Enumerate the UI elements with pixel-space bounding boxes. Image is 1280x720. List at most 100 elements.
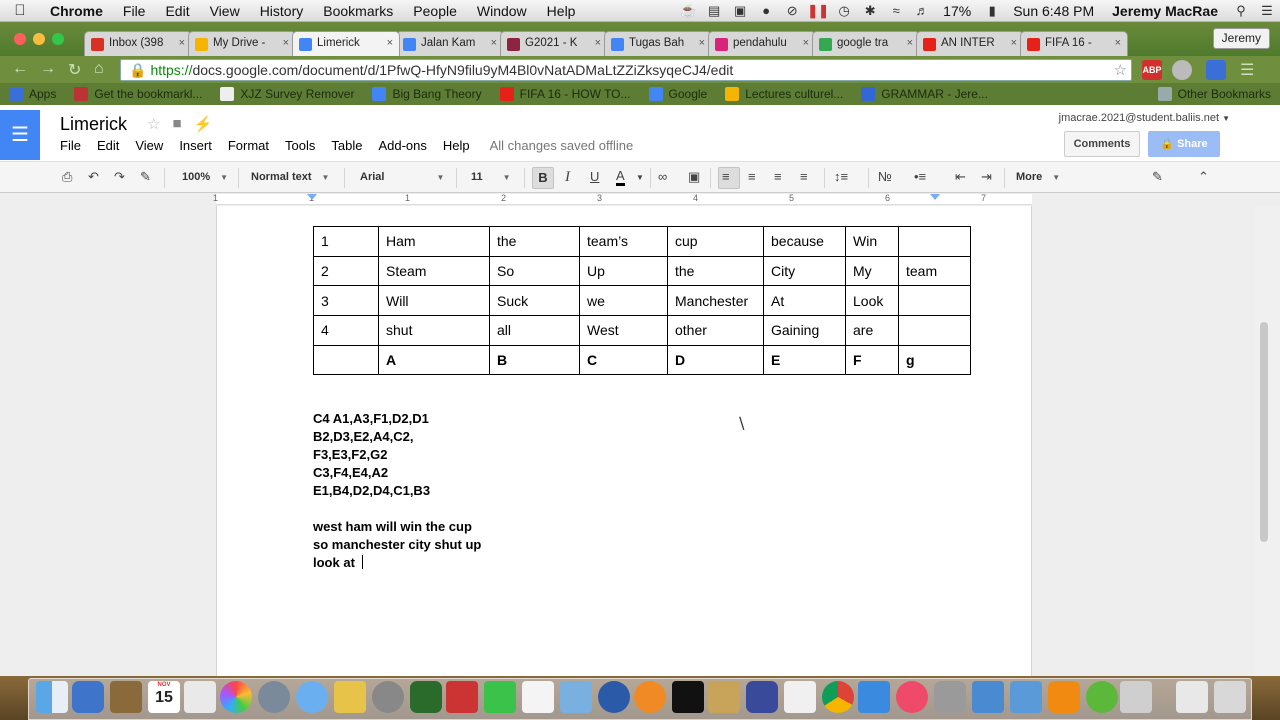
zoom-select[interactable]: 100% ▼ bbox=[182, 171, 228, 183]
close-window-button[interactable] bbox=[14, 33, 26, 45]
document-page[interactable]: 1 Ham the team’s cup because Win 2 Steam So Up the… bbox=[216, 206, 1032, 676]
table-cell[interactable]: Look bbox=[845, 285, 899, 317]
clock[interactable]: Sun 6:48 PM bbox=[1005, 3, 1102, 19]
left-indent-marker[interactable] bbox=[307, 194, 317, 200]
table-cell[interactable]: At bbox=[763, 285, 846, 317]
browser-tab[interactable]: Jalan Kam × bbox=[396, 31, 504, 56]
home-icon[interactable]: ⌂ bbox=[94, 60, 104, 78]
table-cell[interactable]: Ham bbox=[378, 226, 490, 257]
solitaire-icon[interactable] bbox=[708, 681, 740, 713]
chrome-icon[interactable] bbox=[822, 681, 854, 713]
browser-tab[interactable]: AN INTER × bbox=[916, 31, 1024, 56]
bookmark-item[interactable]: Google bbox=[640, 87, 717, 101]
chrome-menu-icon[interactable]: ☰ bbox=[1240, 60, 1254, 80]
decrease-indent-icon[interactable]: ⇤ bbox=[955, 169, 966, 185]
bookmark-item[interactable]: Apps bbox=[0, 87, 65, 101]
camera-icon[interactable]: ▣ bbox=[727, 3, 753, 19]
browser-tab[interactable]: G2021 - K × bbox=[500, 31, 608, 56]
table-cell[interactable] bbox=[898, 226, 971, 257]
menu-history[interactable]: History bbox=[250, 3, 314, 19]
menu-bookmarks[interactable]: Bookmarks bbox=[313, 3, 403, 19]
scrollbar-thumb[interactable] bbox=[1260, 322, 1268, 542]
browser-tab[interactable]: Tugas Bah × bbox=[604, 31, 712, 56]
text-line[interactable]: C3,F4,E4,A2 bbox=[313, 464, 481, 482]
table-cell[interactable]: 2 bbox=[313, 255, 379, 287]
text-line[interactable]: E1,B4,D2,D4,C1,B3 bbox=[313, 482, 481, 500]
bookmark-item[interactable]: XJZ Survey Remover bbox=[211, 87, 363, 101]
table-cell[interactable]: Manchester bbox=[667, 285, 764, 317]
mail-app-icon[interactable] bbox=[1010, 681, 1042, 713]
table-cell[interactable]: Suck bbox=[489, 285, 580, 317]
numbered-list-icon[interactable]: № bbox=[878, 169, 892, 184]
docs-home-icon[interactable]: ☰ bbox=[0, 110, 40, 160]
chess-icon[interactable] bbox=[410, 681, 442, 713]
menu-people[interactable]: People bbox=[403, 3, 467, 19]
table-cell[interactable]: Win bbox=[845, 226, 899, 257]
collapse-menus-icon[interactable]: ⌃ bbox=[1198, 169, 1209, 185]
volume-icon[interactable]: ♬ bbox=[909, 3, 935, 18]
bookmark-item[interactable]: GRAMMAR - Jere... bbox=[852, 87, 997, 101]
battery-percent[interactable]: 17% bbox=[935, 3, 979, 19]
documents-folder-icon[interactable] bbox=[1176, 681, 1208, 713]
bookmark-item[interactable]: Lectures culturel... bbox=[716, 87, 852, 101]
table-cell[interactable]: Gaining bbox=[763, 315, 846, 346]
zoom-window-button[interactable] bbox=[52, 33, 64, 45]
time-machine-icon[interactable]: ◷ bbox=[831, 3, 857, 19]
folder-icon[interactable]: ■ bbox=[172, 115, 181, 133]
close-tab-icon[interactable]: × bbox=[179, 37, 185, 49]
table-cell[interactable]: F bbox=[845, 344, 899, 376]
text-line[interactable] bbox=[313, 500, 481, 518]
table-cell[interactable]: C bbox=[579, 344, 668, 376]
utilities-icon[interactable] bbox=[560, 681, 592, 713]
justify-icon[interactable]: ≡ bbox=[800, 169, 808, 184]
table-cell[interactable]: Will bbox=[378, 285, 490, 317]
close-tab-icon[interactable]: × bbox=[1011, 37, 1017, 49]
comment-icon[interactable]: ▣ bbox=[688, 169, 700, 185]
bookmark-star-icon[interactable]: ☆ bbox=[1114, 61, 1127, 79]
menu-help[interactable]: Help bbox=[537, 3, 586, 19]
calendar-icon[interactable]: NOV 15 bbox=[148, 681, 180, 713]
browser-tab[interactable]: My Drive - × bbox=[188, 31, 296, 56]
menu-edit[interactable]: Edit bbox=[155, 3, 199, 19]
trash-icon[interactable] bbox=[1214, 681, 1246, 713]
docs-menu-addons[interactable]: Add-ons bbox=[378, 138, 426, 153]
vlc-icon[interactable] bbox=[1048, 681, 1080, 713]
text-line[interactable]: C4 A1,A3,F1,D2,D1 bbox=[313, 410, 481, 428]
bookmark-item[interactable]: Big Bang Theory bbox=[363, 87, 490, 101]
table-cell[interactable]: because bbox=[763, 226, 846, 257]
spotlight-icon[interactable]: ⚲ bbox=[1228, 3, 1254, 19]
utorrent-icon[interactable] bbox=[1086, 681, 1118, 713]
docs-menu-edit[interactable]: Edit bbox=[97, 138, 119, 153]
table-cell[interactable]: other bbox=[667, 315, 764, 346]
sync-icon[interactable]: ▤ bbox=[701, 3, 727, 19]
save-status[interactable]: All changes saved offline bbox=[490, 138, 634, 153]
screen-sharing-icon[interactable] bbox=[972, 681, 1004, 713]
star-icon[interactable]: ☆ bbox=[147, 115, 160, 133]
app-icon[interactable] bbox=[746, 681, 778, 713]
docs-menu-format[interactable]: Format bbox=[228, 138, 269, 153]
drive-off-icon[interactable]: ⊘ bbox=[779, 3, 805, 19]
close-tab-icon[interactable]: × bbox=[283, 37, 289, 49]
right-indent-marker[interactable] bbox=[930, 194, 940, 200]
apple-icon[interactable]:  bbox=[0, 2, 40, 19]
account-email[interactable]: jmacrae.2021@student.baliis.net ▼ bbox=[1059, 112, 1230, 124]
minimize-window-button[interactable] bbox=[33, 33, 45, 45]
pause-icon[interactable]: ❚❚ bbox=[805, 3, 831, 19]
increase-indent-icon[interactable]: ⇥ bbox=[981, 169, 992, 185]
table-cell[interactable]: Up bbox=[579, 255, 668, 287]
menu-app[interactable]: Chrome bbox=[40, 3, 113, 19]
rocket-icon[interactable] bbox=[258, 681, 290, 713]
table-cell[interactable]: Steam bbox=[378, 255, 490, 287]
calculator-icon[interactable] bbox=[784, 681, 816, 713]
text-color-button[interactable]: A bbox=[616, 169, 625, 186]
menu-view[interactable]: View bbox=[200, 3, 250, 19]
comments-button[interactable]: Comments bbox=[1064, 131, 1140, 157]
table-cell[interactable]: the bbox=[667, 255, 764, 287]
close-tab-icon[interactable]: × bbox=[907, 37, 913, 49]
text-line[interactable]: look at bbox=[313, 554, 481, 572]
table-cell[interactable]: team’s bbox=[579, 226, 668, 257]
text-line[interactable]: F3,E3,F2,G2 bbox=[313, 446, 481, 464]
photo-booth-icon[interactable] bbox=[446, 681, 478, 713]
bold-button[interactable]: B bbox=[532, 167, 554, 189]
table-cell[interactable]: we bbox=[579, 285, 668, 317]
